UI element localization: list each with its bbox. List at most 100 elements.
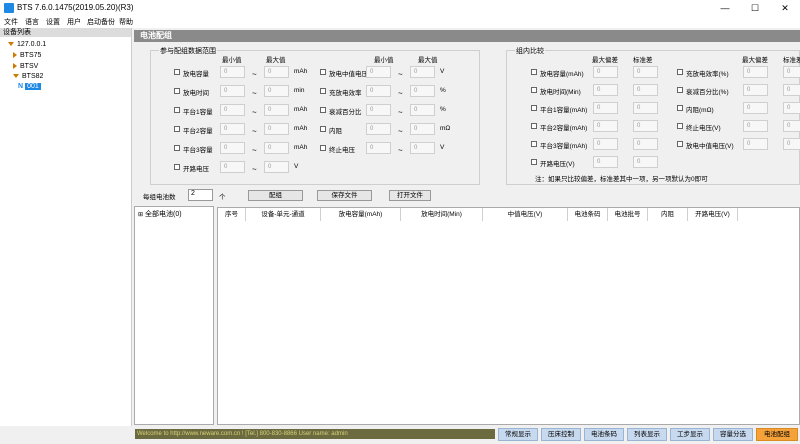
menu-user[interactable]: 用户	[67, 17, 81, 27]
menu-help[interactable]: 帮助	[119, 17, 133, 27]
tree-node-bts82[interactable]: BTS82	[13, 73, 43, 80]
min-value-input[interactable]: 0	[366, 142, 391, 154]
table-header[interactable]: 设备-单元-通道	[246, 208, 321, 221]
menu-file[interactable]: 文件	[4, 17, 18, 27]
min-value-input[interactable]: 0	[220, 85, 245, 97]
min-value-input[interactable]: 0	[220, 123, 245, 135]
std-dev-input[interactable]: 0	[633, 102, 658, 114]
barcode-button[interactable]: 电池条码	[584, 428, 624, 441]
checkbox[interactable]	[677, 123, 683, 129]
max-value-input[interactable]: 0	[264, 66, 289, 78]
maximize-button[interactable]: ☐	[740, 0, 770, 16]
max-deviation-input[interactable]: 0	[593, 156, 618, 168]
max-value-input[interactable]: 0	[410, 85, 435, 97]
max-value-input[interactable]: 0	[264, 104, 289, 116]
max-deviation-input[interactable]: 0	[593, 102, 618, 114]
collapsed-arrow-icon[interactable]	[13, 52, 17, 59]
checkbox[interactable]	[677, 69, 683, 75]
checkbox[interactable]	[174, 69, 180, 75]
max-deviation-input[interactable]: 0	[743, 66, 768, 78]
tree-node-001[interactable]: N 001	[18, 83, 41, 90]
checkbox[interactable]	[677, 141, 683, 147]
checkbox[interactable]	[677, 105, 683, 111]
min-value-input[interactable]: 0	[220, 161, 245, 173]
max-value-input[interactable]: 0	[264, 142, 289, 154]
table-header[interactable]: 放电时间(Min)	[401, 208, 483, 221]
checkbox[interactable]	[531, 105, 537, 111]
table-header[interactable]: 内阻	[648, 208, 688, 221]
min-value-input[interactable]: 0	[366, 85, 391, 97]
max-deviation-input[interactable]: 0	[593, 84, 618, 96]
checkbox[interactable]	[531, 87, 537, 93]
tree-root-all-batteries[interactable]: ⊞ 全部电池(0)	[138, 209, 182, 219]
min-value-input[interactable]: 0	[220, 142, 245, 154]
checkbox[interactable]	[320, 107, 326, 113]
table-header[interactable]: 序号	[218, 208, 246, 221]
std-dev-input[interactable]: 0	[783, 84, 800, 96]
table-header[interactable]: 中值电压(V)	[483, 208, 568, 221]
std-dev-input[interactable]: 0	[783, 66, 800, 78]
max-value-input[interactable]: 0	[264, 123, 289, 135]
std-dev-input[interactable]: 0	[633, 156, 658, 168]
std-dev-input[interactable]: 0	[633, 120, 658, 132]
std-dev-input[interactable]: 0	[783, 138, 800, 150]
checkbox[interactable]	[531, 69, 537, 75]
checkbox[interactable]	[320, 145, 326, 151]
capacity-sort-button[interactable]: 容量分选	[713, 428, 753, 441]
min-value-input[interactable]: 0	[366, 66, 391, 78]
min-value-input[interactable]: 0	[220, 104, 245, 116]
checkbox[interactable]	[174, 126, 180, 132]
tree-node-server[interactable]: 127.0.0.1	[8, 41, 46, 48]
group-button[interactable]: 配组	[248, 190, 303, 201]
expand-arrow-icon[interactable]	[8, 42, 14, 47]
max-deviation-input[interactable]: 0	[593, 66, 618, 78]
min-value-input[interactable]: 0	[366, 104, 391, 116]
minimize-button[interactable]: —	[710, 0, 740, 16]
checkbox[interactable]	[174, 164, 180, 170]
max-deviation-input[interactable]: 0	[743, 120, 768, 132]
tree-node-btsv[interactable]: BTSV	[13, 63, 38, 70]
table-header[interactable]: 电池条码	[568, 208, 608, 221]
collapsed-arrow-icon[interactable]	[13, 63, 17, 70]
step-view-button[interactable]: 工步显示	[670, 428, 710, 441]
battery-group-button[interactable]: 电池配组	[756, 428, 798, 441]
checkbox[interactable]	[531, 141, 537, 147]
expand-plus-icon[interactable]: ⊞	[138, 212, 143, 218]
per-group-input[interactable]: 2	[188, 189, 213, 201]
close-button[interactable]: ✕	[770, 0, 800, 16]
max-value-input[interactable]: 0	[410, 142, 435, 154]
max-value-input[interactable]: 0	[264, 161, 289, 173]
checkbox[interactable]	[531, 123, 537, 129]
press-control-button[interactable]: 压床控制	[541, 428, 581, 441]
checkbox[interactable]	[677, 87, 683, 93]
min-value-input[interactable]: 0	[366, 123, 391, 135]
max-value-input[interactable]: 0	[410, 123, 435, 135]
checkbox[interactable]	[174, 145, 180, 151]
max-deviation-input[interactable]: 0	[743, 84, 768, 96]
std-dev-input[interactable]: 0	[633, 66, 658, 78]
menu-settings[interactable]: 设置	[46, 17, 60, 27]
checkbox[interactable]	[320, 126, 326, 132]
checkbox[interactable]	[174, 88, 180, 94]
std-dev-input[interactable]: 0	[633, 138, 658, 150]
min-value-input[interactable]: 0	[220, 66, 245, 78]
list-view-button[interactable]: 列表显示	[627, 428, 667, 441]
open-file-button[interactable]: 打开文件	[389, 190, 431, 201]
save-file-button[interactable]: 保存文件	[317, 190, 372, 201]
table-header[interactable]: 电池批号	[608, 208, 648, 221]
max-deviation-input[interactable]: 0	[593, 120, 618, 132]
expand-arrow-icon[interactable]	[13, 74, 19, 79]
max-deviation-input[interactable]: 0	[743, 102, 768, 114]
checkbox[interactable]	[320, 69, 326, 75]
max-deviation-input[interactable]: 0	[593, 138, 618, 150]
std-dev-input[interactable]: 0	[633, 84, 658, 96]
checkbox[interactable]	[320, 88, 326, 94]
menu-backup[interactable]: 启动备份	[87, 17, 115, 27]
table-header[interactable]: 开路电压(V)	[688, 208, 738, 221]
std-dev-input[interactable]: 0	[783, 102, 800, 114]
menu-language[interactable]: 语言	[25, 17, 39, 27]
max-value-input[interactable]: 0	[264, 85, 289, 97]
max-value-input[interactable]: 0	[410, 66, 435, 78]
max-value-input[interactable]: 0	[410, 104, 435, 116]
max-deviation-input[interactable]: 0	[743, 138, 768, 150]
